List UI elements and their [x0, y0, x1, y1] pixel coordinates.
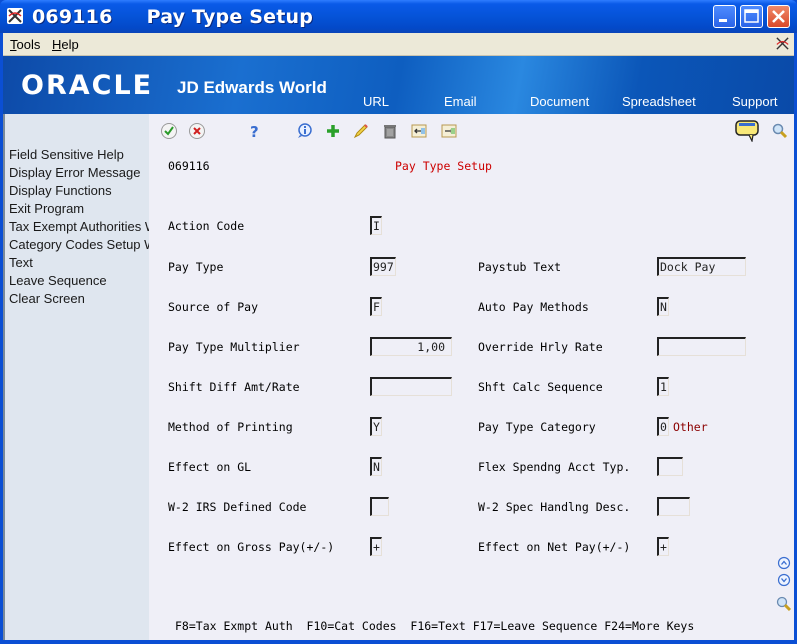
menu-help-accel: H [52, 37, 62, 52]
pay-type-input[interactable]: 997 [370, 257, 396, 276]
jde-corner-icon [775, 36, 790, 51]
shft-calc-sequence-input[interactable]: 1 [657, 377, 669, 396]
sidebar-item-display-functions[interactable]: Display Functions [5, 182, 149, 200]
w2-spec-handling-desc-input[interactable] [657, 497, 690, 516]
jde-app-icon [7, 8, 23, 24]
banner-link-document[interactable]: Document [530, 94, 589, 109]
banner-link-spreadsheet[interactable]: Spreadsheet [622, 94, 696, 109]
override-hrly-rate-input[interactable] [657, 337, 746, 356]
menu-help-label: elp [61, 37, 79, 52]
sidebar-item-field-sensitive-help[interactable]: Field Sensitive Help [5, 146, 149, 164]
delete-trash-icon[interactable] [381, 122, 399, 140]
pay-type-multiplier-label: Pay Type Multiplier [168, 340, 300, 354]
export-icon[interactable] [440, 122, 458, 140]
scroll-down-icon[interactable] [777, 573, 791, 587]
paystub-text-input[interactable]: Dock Pay [657, 257, 746, 276]
message-bubble-icon[interactable] [735, 120, 759, 142]
menu-tools[interactable]: Tools [10, 37, 40, 52]
action-code-label: Action Code [168, 219, 245, 233]
sidebar-item-clear-screen[interactable]: Clear Screen [5, 290, 149, 308]
minimize-button[interactable] [713, 5, 736, 28]
sidebar-menu: Field Sensitive Help Display Error Messa… [5, 146, 149, 308]
menu-help[interactable]: Help [52, 37, 79, 52]
window-title: 069116 Pay Type Setup [32, 6, 314, 28]
effect-on-net-pay-input[interactable]: + [657, 537, 669, 556]
function-keys-legend: F8=Tax Exmpt Auth F10=Cat Codes F16=Text… [175, 619, 695, 633]
effect-on-gl-label: Effect on GL [168, 460, 252, 474]
auto-pay-methods-input[interactable]: N [657, 297, 669, 316]
banner-link-email[interactable]: Email [444, 94, 477, 109]
effect-on-net-pay-label: Effect on Net Pay(+/-) [478, 540, 631, 554]
oracle-banner: ORACLE JD Edwards World URL Email Docume… [3, 56, 794, 114]
title-bar[interactable]: 069116 Pay Type Setup [0, 0, 797, 33]
maximize-button[interactable] [740, 5, 763, 28]
program-id: 069116 [168, 159, 210, 173]
search-magnifier-icon[interactable] [771, 122, 789, 140]
effect-on-gross-pay-input[interactable]: + [370, 537, 382, 556]
method-of-printing-input[interactable]: Y [370, 417, 382, 436]
effect-on-gross-pay-label: Effect on Gross Pay(+/-) [168, 540, 335, 554]
shift-diff-amt-rate-label: Shift Diff Amt/Rate [168, 380, 300, 394]
method-of-printing-label: Method of Printing [168, 420, 293, 434]
main-form: ? 069116 Pay Type Setup Action Code I Pa… [149, 114, 794, 640]
pay-type-category-input[interactable]: 0 [657, 417, 669, 436]
import-icon[interactable] [410, 122, 428, 140]
edit-pencil-icon[interactable] [352, 122, 370, 140]
form-title: Pay Type Setup [395, 159, 492, 173]
w2-spec-handling-desc-label: W-2 Spec Handlng Desc. [478, 500, 631, 514]
add-plus-icon[interactable] [324, 122, 342, 140]
application-window: 069116 Pay Type Setup Tools Help ORACLE … [0, 0, 797, 644]
content-area: Field Sensitive Help Display Error Messa… [3, 114, 794, 640]
flex-spending-acct-type-input[interactable] [657, 457, 683, 476]
banner-link-support[interactable]: Support [732, 94, 778, 109]
sidebar-item-tax-exempt-authorities[interactable]: Tax Exempt Authorities W [5, 218, 149, 236]
w2-irs-defined-code-label: W-2 IRS Defined Code [168, 500, 307, 514]
flex-spending-acct-type-label: Flex Spendng Acct Typ. [478, 460, 631, 474]
source-of-pay-input[interactable]: F [370, 297, 382, 316]
menu-tools-label: ools [16, 37, 41, 52]
action-code-input[interactable]: I [370, 216, 382, 235]
menu-bar: Tools Help [3, 33, 794, 56]
sidebar-item-leave-sequence[interactable]: Leave Sequence [5, 272, 149, 290]
w2-irs-defined-code-input[interactable] [370, 497, 389, 516]
auto-pay-methods-label: Auto Pay Methods [478, 300, 589, 314]
sidebar: Field Sensitive Help Display Error Messa… [3, 114, 149, 640]
pay-type-label: Pay Type [168, 260, 224, 274]
source-of-pay-label: Source of Pay [168, 300, 259, 314]
oracle-logo: ORACLE [21, 70, 154, 101]
zoom-magnifier-icon[interactable] [776, 596, 792, 612]
sidebar-item-exit-program[interactable]: Exit Program [5, 200, 149, 218]
help-question-icon[interactable]: ? [245, 122, 263, 140]
scroll-up-icon[interactable] [777, 556, 791, 570]
effect-on-gl-input[interactable]: N [370, 457, 382, 476]
pay-type-category-description: Other [673, 420, 708, 434]
pay-type-category-label: Pay Type Category [478, 420, 596, 434]
cancel-x-icon[interactable] [188, 122, 206, 140]
info-icon[interactable] [296, 122, 314, 140]
sidebar-item-display-error-message[interactable]: Display Error Message [5, 164, 149, 182]
banner-link-url[interactable]: URL [363, 94, 389, 109]
shft-calc-sequence-label: Shft Calc Sequence [478, 380, 603, 394]
svg-text:?: ? [250, 123, 259, 140]
product-name: JD Edwards World [177, 78, 327, 97]
shift-diff-amt-rate-input[interactable] [370, 377, 452, 396]
sidebar-item-category-codes-setup[interactable]: Category Codes Setup W [5, 236, 149, 254]
sidebar-item-text[interactable]: Text [5, 254, 149, 272]
pay-type-multiplier-input[interactable]: 1,00 [370, 337, 452, 356]
ok-check-icon[interactable] [160, 122, 178, 140]
override-hrly-rate-label: Override Hrly Rate [478, 340, 603, 354]
paystub-text-label: Paystub Text [478, 260, 562, 274]
close-button[interactable] [767, 5, 790, 28]
